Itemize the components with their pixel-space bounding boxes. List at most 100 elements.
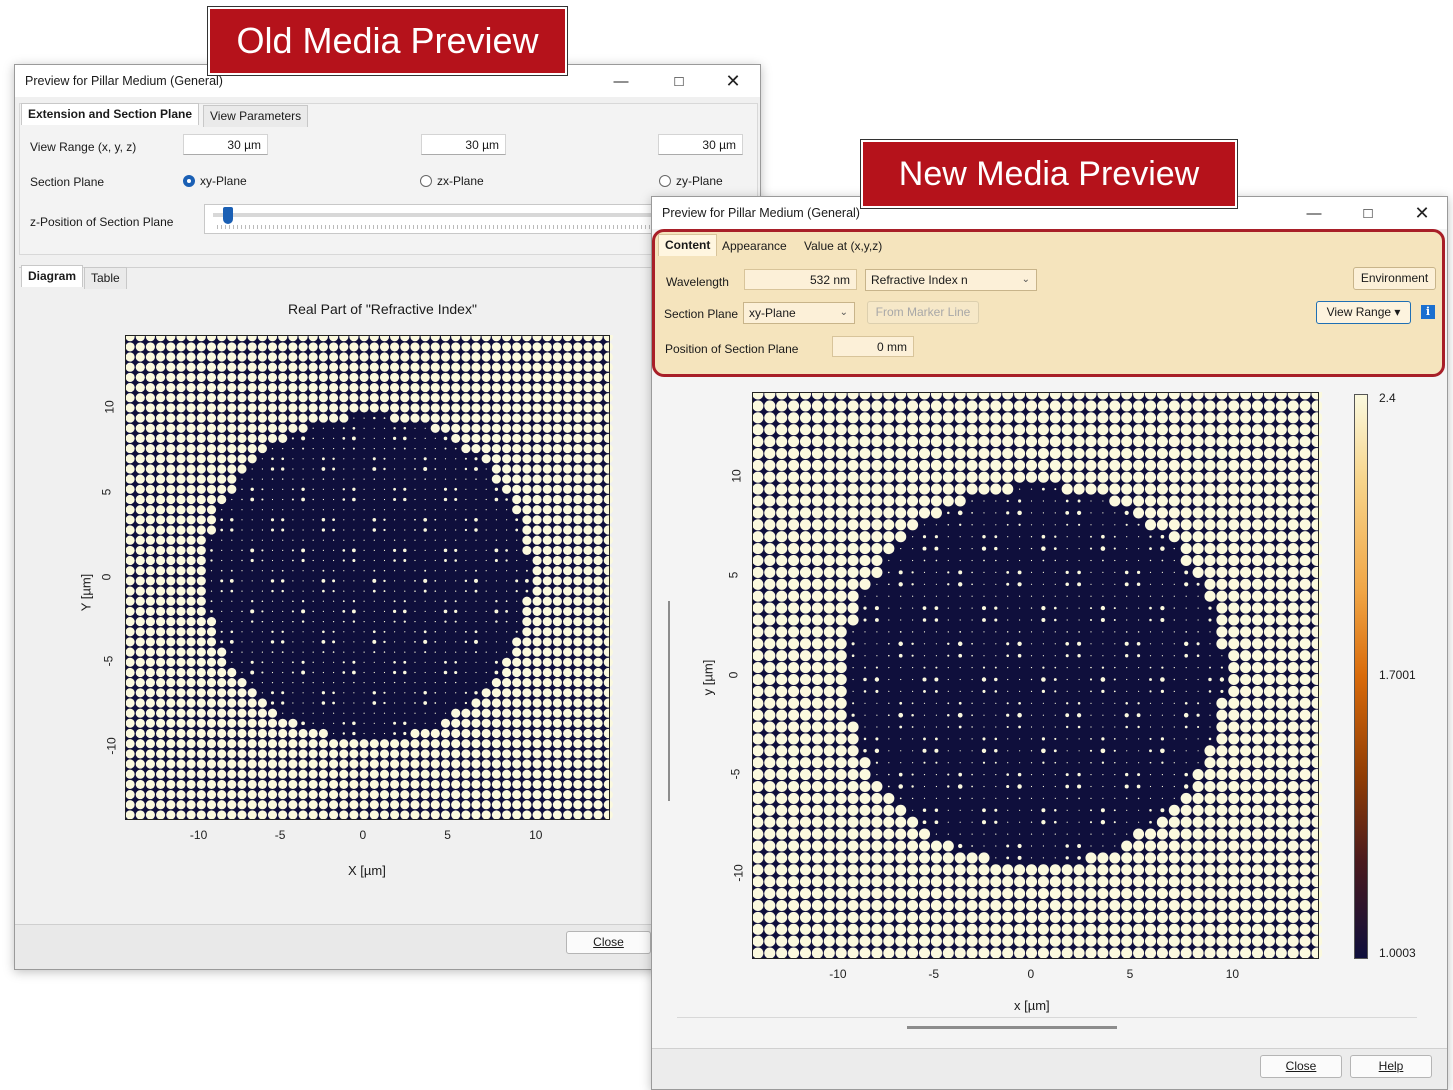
pillar (1299, 507, 1311, 519)
pillar (434, 631, 437, 633)
tab-content[interactable]: Content (658, 234, 718, 256)
tab-extension-section-plane[interactable]: Extension and Section Plane (21, 103, 200, 125)
pillar (935, 524, 937, 526)
pillar (455, 468, 457, 470)
pillar (166, 698, 176, 708)
section-plane-select[interactable]: xy-Plane ⌄ (743, 302, 855, 324)
pillar (835, 923, 847, 935)
pillar (288, 769, 298, 779)
pillar (1030, 488, 1033, 490)
pillar (278, 403, 288, 413)
environment-button[interactable]: Environment (1353, 267, 1436, 290)
pillar (981, 820, 987, 825)
pillar (349, 810, 359, 820)
pillar (888, 619, 890, 621)
pillar (464, 528, 467, 532)
pillar (166, 779, 176, 789)
from-marker-line-button[interactable]: From Marker Line (867, 301, 979, 324)
pillar (383, 579, 386, 583)
maximize-icon[interactable]: □ (1345, 197, 1391, 229)
pillar (512, 647, 522, 657)
tab-table[interactable]: Table (84, 267, 127, 289)
pillar (1090, 619, 1092, 621)
pillar (339, 810, 349, 820)
pillar (593, 596, 603, 606)
pillar (1156, 424, 1168, 436)
tab-view-parameters[interactable]: View Parameters (203, 105, 309, 127)
pillar (859, 888, 871, 900)
x-tick-label: -5 (928, 967, 940, 981)
view-range-button[interactable]: View Range ▾ (1316, 301, 1411, 324)
pillar (312, 580, 314, 582)
pillar (859, 531, 871, 543)
quantity-select[interactable]: Refractive Index n ⌄ (865, 269, 1037, 291)
pillar (465, 610, 467, 612)
view-range-z-field[interactable]: 30 µm (658, 134, 743, 155)
pillar (237, 698, 247, 708)
new-close-button[interactable]: Close (1260, 1055, 1342, 1078)
radio-zx-plane[interactable]: zx-Plane (420, 174, 484, 188)
pillar (573, 800, 583, 810)
tab-appearance[interactable]: Appearance (722, 239, 787, 253)
minimize-icon[interactable]: — (598, 65, 644, 97)
pillar (440, 393, 451, 403)
horizontal-scrollbar[interactable] (907, 1026, 1117, 1029)
pillar (1161, 571, 1163, 573)
pillar (776, 638, 788, 650)
pillar (196, 413, 206, 423)
pillar (186, 596, 196, 606)
pillar (899, 797, 902, 800)
radio-zy-plane[interactable]: zy-Plane (659, 174, 723, 188)
pillar (1275, 733, 1287, 745)
pillar (372, 578, 377, 583)
close-icon[interactable]: ✕ (1399, 197, 1445, 229)
position-field[interactable]: 0 mm (832, 336, 914, 357)
view-range-x-field[interactable]: 30 µm (183, 134, 268, 155)
pillar (563, 454, 573, 464)
help-button[interactable]: Help (1350, 1055, 1432, 1078)
old-close-button[interactable]: Close (566, 931, 651, 954)
pillar (1263, 923, 1275, 935)
pillar (935, 643, 937, 645)
pillar (383, 448, 386, 450)
info-icon[interactable]: i (1421, 305, 1435, 319)
pillar (206, 728, 217, 739)
pillar (1287, 471, 1299, 483)
close-icon[interactable]: ✕ (710, 65, 756, 97)
pillar (983, 785, 985, 788)
pillar (883, 899, 895, 912)
pillar (1144, 923, 1157, 935)
pillar (281, 518, 285, 522)
pillar (522, 779, 532, 789)
wavelength-field[interactable]: 532 nm (744, 269, 857, 290)
minimize-icon[interactable]: — (1291, 197, 1337, 229)
pillar (495, 539, 498, 541)
pillar (390, 790, 400, 800)
pillar (420, 393, 430, 403)
pillar (971, 548, 973, 550)
pillar (823, 816, 835, 828)
maximize-icon[interactable]: □ (656, 65, 702, 97)
pillar (196, 545, 206, 555)
pillar (1025, 447, 1038, 460)
slider-thumb[interactable] (223, 207, 234, 224)
pillar (280, 640, 285, 644)
tab-diagram[interactable]: Diagram (21, 265, 84, 287)
pillar (420, 749, 430, 759)
view-range-y-field[interactable]: 30 µm (421, 134, 506, 155)
pillar (257, 810, 267, 820)
tab-value-at-xyz[interactable]: Value at (x,y,z) (804, 239, 882, 253)
pillar (1180, 840, 1192, 852)
vertical-scrollbar[interactable] (668, 601, 670, 801)
pillar (1133, 888, 1145, 900)
pillar (1149, 761, 1152, 764)
pillar (369, 372, 379, 382)
pillar (1017, 582, 1022, 587)
pillar (1263, 769, 1275, 781)
radio-xy-plane[interactable]: xy-Plane (183, 174, 247, 188)
pillar (271, 448, 274, 450)
pillar (835, 543, 847, 555)
pillar (1037, 436, 1049, 448)
pillar (1133, 400, 1145, 412)
pillar (1192, 543, 1204, 555)
